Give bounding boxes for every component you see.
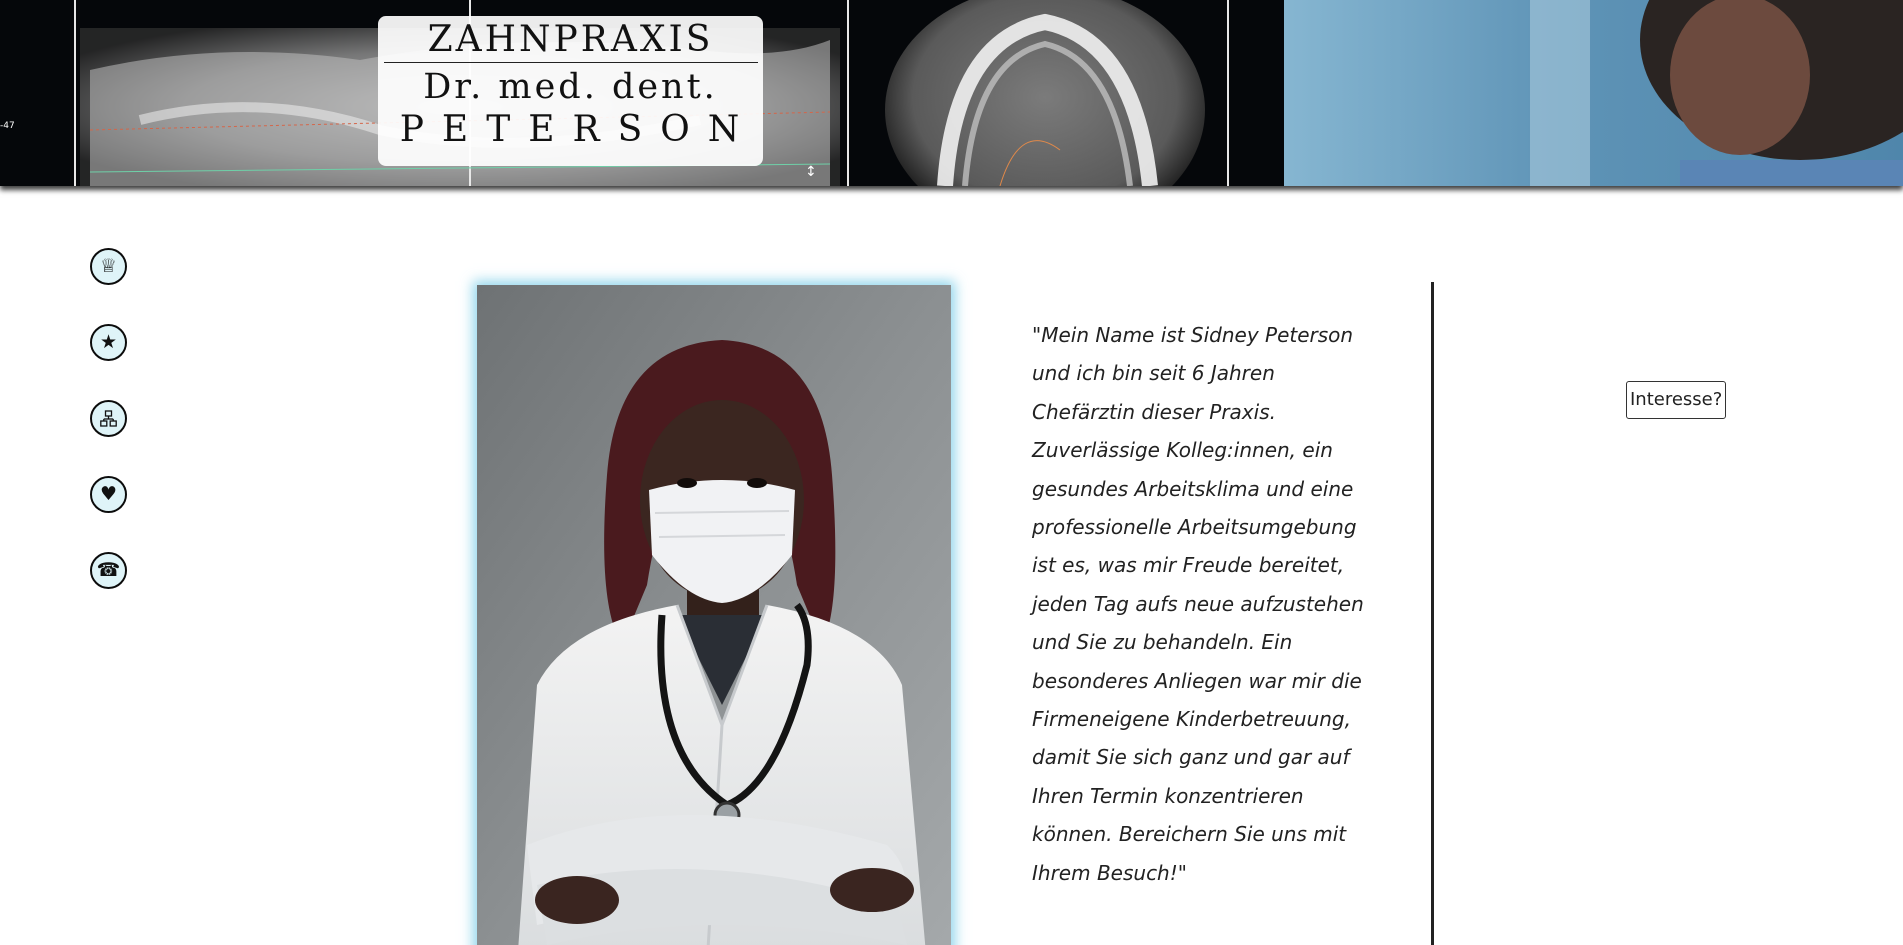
telephone-icon[interactable]: ☎ [90, 552, 127, 589]
header-banner: -47 ↕ ZAHNPRAXIS Dr. med. dent. PETERSON [0, 0, 1903, 186]
doctor-portrait-image [477, 285, 951, 945]
svg-text:↕: ↕ [805, 164, 817, 180]
heart-icon[interactable]: ♥ [90, 476, 127, 513]
practice-logo[interactable]: ZAHNPRAXIS Dr. med. dent. PETERSON [378, 16, 763, 166]
doctor-portrait [477, 285, 951, 945]
network-icon[interactable] [90, 400, 127, 437]
logo-subtitle: Dr. med. dent. [423, 67, 718, 107]
logo-title: ZAHNPRAXIS [427, 19, 714, 60]
doctor-quote: "Mein Name ist Sidney Peterson und ich b… [1032, 323, 1364, 885]
vertical-divider [1431, 282, 1434, 945]
svg-text:-47: -47 [0, 121, 15, 131]
crown-icon[interactable]: ♕ [90, 248, 127, 285]
logo-name: PETERSON [399, 109, 758, 150]
side-navigation: ♕ ★ ♥ ☎ [90, 248, 128, 628]
logo-divider [383, 62, 758, 63]
header-background-image: -47 ↕ [0, 0, 1903, 186]
network-icon-glyph [100, 410, 117, 427]
interest-button[interactable]: Interesse? [1626, 381, 1727, 419]
star-icon[interactable]: ★ [90, 324, 127, 361]
